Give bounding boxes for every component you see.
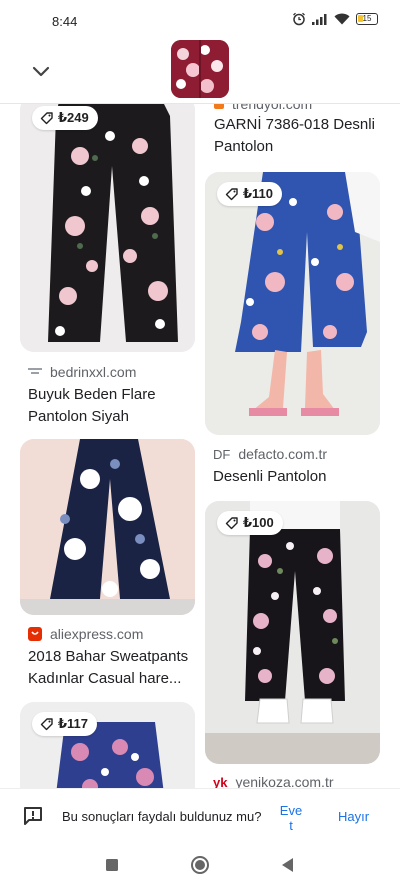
- result-source: yk yenikoza.com.tr: [213, 774, 334, 788]
- battery-icon: 15: [356, 13, 378, 25]
- result-image-yenikoza[interactable]: ₺100: [205, 501, 380, 764]
- price-badge: ₺117: [32, 712, 98, 736]
- result-title-line: Buyuk Beden Flare: [28, 386, 156, 403]
- recents-button-icon[interactable]: [105, 858, 119, 872]
- result-source-name: bedrinxxl.com: [50, 364, 137, 380]
- result-title[interactable]: Desenli Pantolon: [213, 466, 389, 488]
- result-source-name: aliexpress.com: [50, 626, 144, 642]
- price-tag-icon: [225, 517, 238, 530]
- result-source-name: yenikoza.com.tr: [235, 774, 334, 788]
- result-title[interactable]: Buyuk Beden Flare Pantolon Siyah: [28, 384, 198, 428]
- price-value: ₺100: [243, 515, 274, 530]
- alarm-icon: [293, 12, 305, 26]
- result-source: trendyol.com: [214, 104, 312, 112]
- feedback-no-button[interactable]: Hayır: [338, 809, 369, 824]
- battery-level: 15: [362, 14, 372, 23]
- result-title-line: Pantolon Siyah: [28, 408, 129, 425]
- results-header: [0, 40, 400, 104]
- result-title[interactable]: GARNİ 7386-018 Desnli Pantolon: [214, 114, 390, 158]
- wifi-icon: [334, 13, 350, 25]
- result-title[interactable]: 2018 Bahar Sweatpants Kadınlar Casual ha…: [28, 646, 198, 690]
- home-button-icon[interactable]: [190, 855, 210, 875]
- price-value: ₺117: [58, 716, 89, 731]
- result-title-line: GARNİ 7386-018 Desnli: [214, 116, 375, 133]
- result-image[interactable]: ₺117: [20, 702, 195, 788]
- status-time: 8:44: [52, 14, 78, 29]
- result-source: DF defacto.com.tr: [213, 446, 327, 462]
- price-tag-icon: [40, 112, 53, 125]
- feedback-yes-button[interactable]: Eve t: [276, 803, 306, 833]
- result-image-defacto[interactable]: ₺110: [205, 172, 380, 435]
- result-source-name: defacto.com.tr: [238, 446, 328, 462]
- trendyol-logo-icon: [214, 104, 224, 109]
- price-badge: ₺110: [217, 182, 283, 206]
- price-badge: ₺100: [217, 511, 283, 535]
- feedback-yes-label: Eve: [279, 803, 303, 818]
- price-badge: ₺249: [32, 106, 98, 130]
- result-image-aliexpress[interactable]: [20, 439, 195, 615]
- chevron-down-icon[interactable]: [30, 60, 52, 82]
- result-source: aliexpress.com: [28, 626, 143, 642]
- image-results-grid: ₺249 trendyol.com GARNİ 7386-018 Desnli …: [0, 104, 400, 788]
- price-tag-icon: [225, 188, 238, 201]
- feedback-question: Bu sonuçları faydalı buldunuz mu?: [62, 809, 262, 824]
- result-source-name: trendyol.com: [232, 104, 313, 112]
- result-title-line: Kadınlar Casual hare...: [28, 670, 182, 687]
- yenikoza-logo-icon: yk: [213, 774, 228, 789]
- price-value: ₺249: [58, 110, 89, 125]
- feedback-yes-label: t: [289, 818, 293, 833]
- result-source: bedrinxxl.com: [28, 364, 136, 380]
- feedback-bar: Bu sonuçları faydalı buldunuz mu? Eve t …: [0, 788, 400, 844]
- result-title-line: Pantolon: [214, 138, 274, 155]
- feedback-icon: [24, 807, 42, 825]
- result-title-line: 2018 Bahar Sweatpants: [28, 648, 189, 665]
- result-image-bedrinxxl[interactable]: ₺249: [20, 104, 195, 352]
- system-navigation-bar: [0, 844, 400, 888]
- price-value: ₺110: [243, 186, 274, 201]
- back-button-icon[interactable]: [280, 857, 294, 873]
- status-bar: 8:44 15: [0, 0, 400, 40]
- aliexpress-logo-icon: [28, 627, 42, 641]
- price-tag-icon: [40, 718, 53, 731]
- query-image-thumbnail[interactable]: [171, 40, 229, 98]
- signal-icon: [312, 14, 327, 25]
- defacto-logo-icon: DF: [213, 446, 231, 462]
- result-title-line: Desenli Pantolon: [213, 468, 327, 485]
- bedrinxxl-logo-icon: [28, 368, 42, 374]
- status-icons: 15: [292, 12, 378, 26]
